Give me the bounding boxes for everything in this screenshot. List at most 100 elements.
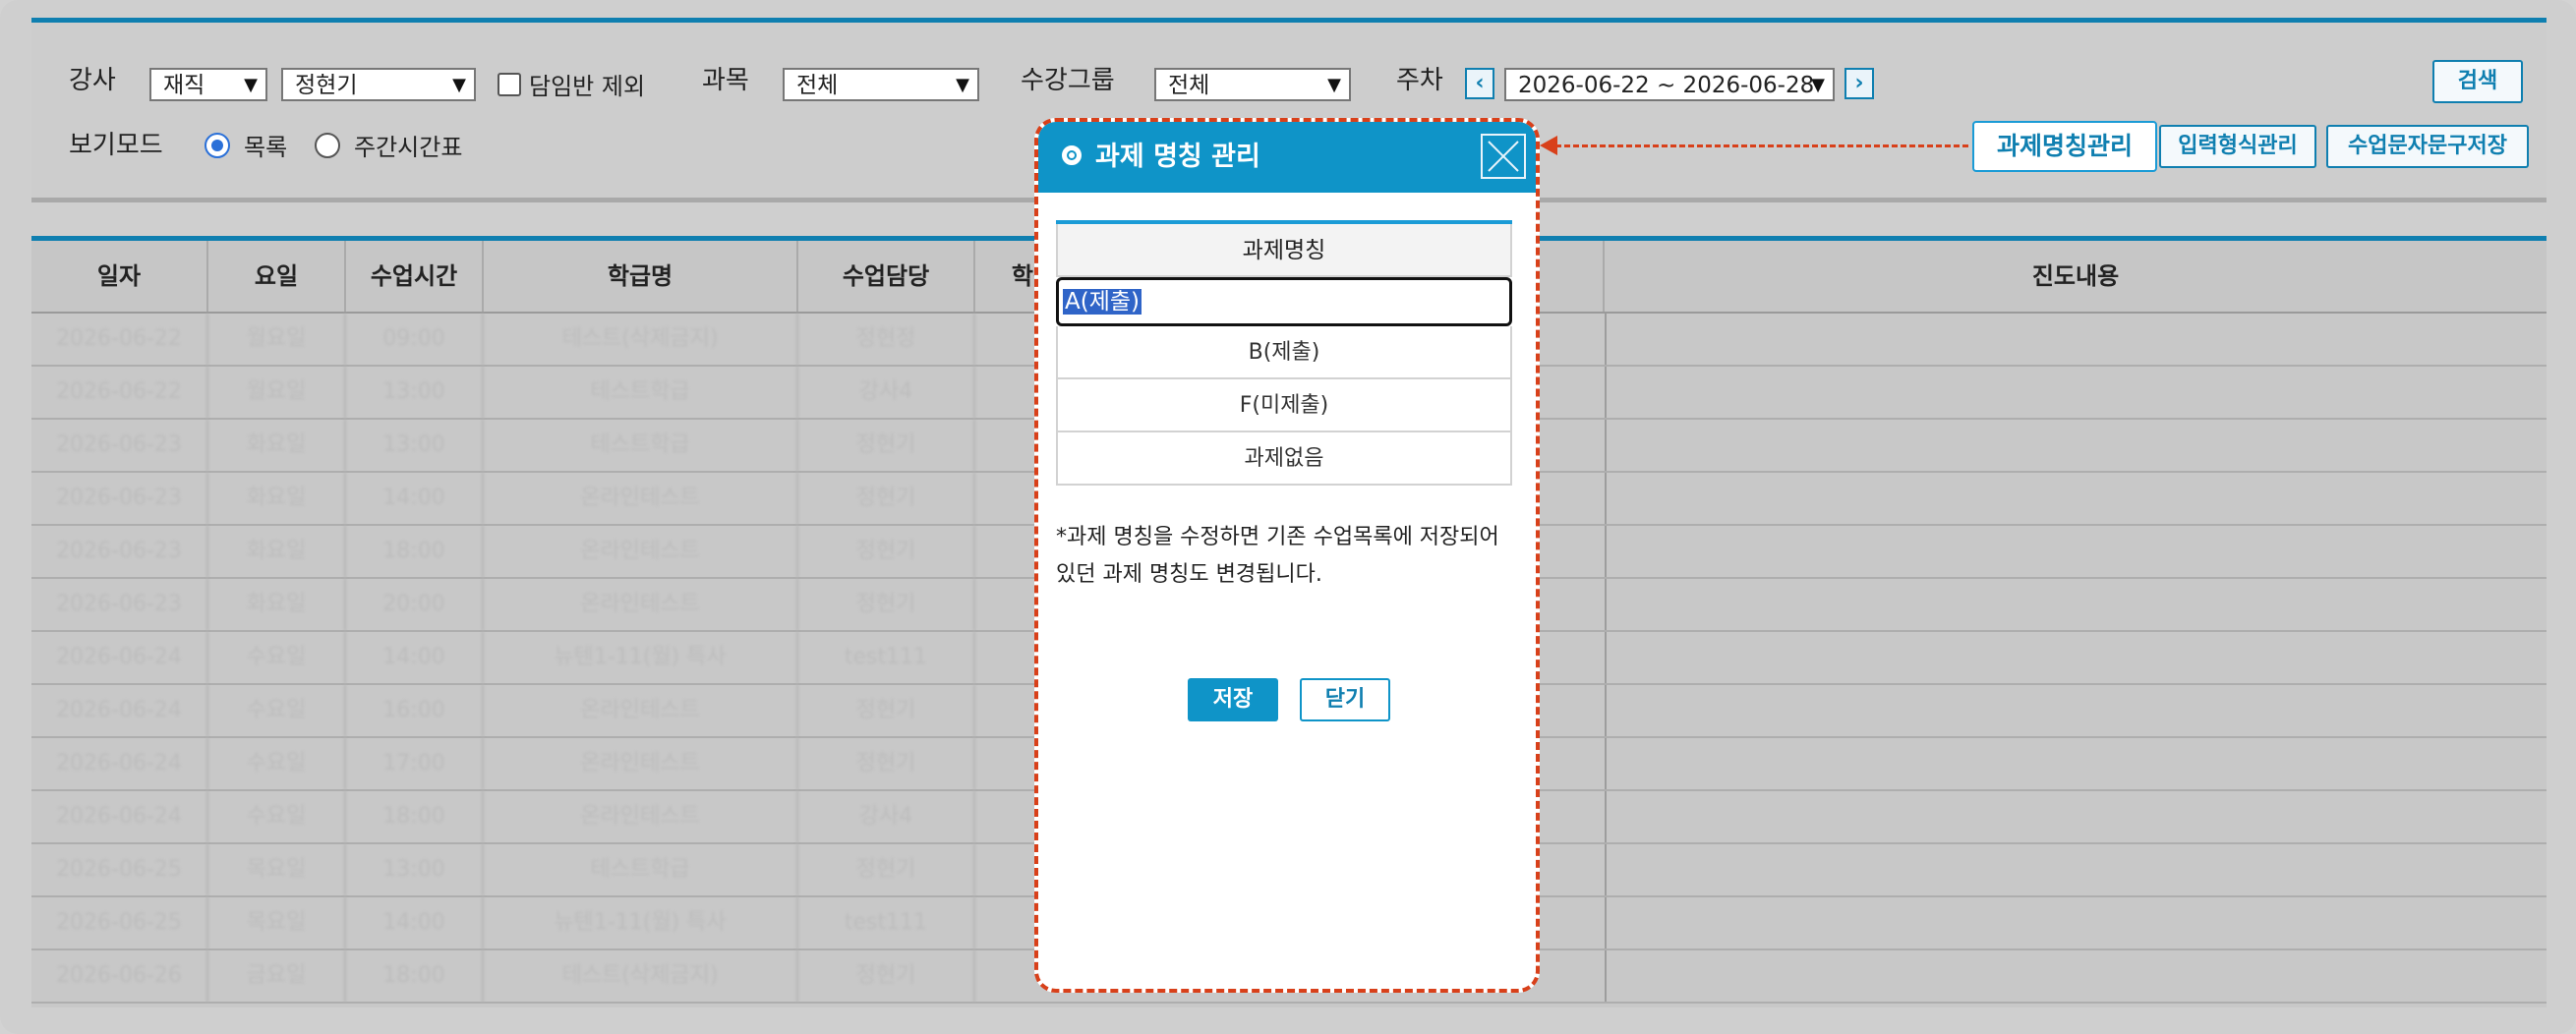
table-cell: 화요일 bbox=[208, 526, 346, 577]
table-cell: test111 bbox=[798, 897, 975, 948]
table-cell: 온라인테스트 bbox=[484, 473, 798, 524]
table-cell: 온라인테스트 bbox=[484, 738, 798, 789]
week-value: 2026-06-22 ~ 2026-06-28 bbox=[1518, 73, 1815, 98]
assignment-name-header: 과제명칭 bbox=[1056, 224, 1512, 277]
progress-column-divider bbox=[1605, 844, 1607, 895]
col-date: 일자 bbox=[31, 241, 208, 312]
table-cell: 14:00 bbox=[346, 632, 484, 683]
teacher-name-select[interactable]: 정현기 ▼ bbox=[281, 68, 476, 101]
table-cell: 월요일 bbox=[208, 314, 346, 365]
table-cell: 2026-06-23 bbox=[31, 579, 208, 630]
modal-close-button[interactable] bbox=[1481, 134, 1526, 179]
table-cell: 14:00 bbox=[346, 473, 484, 524]
table-cell: 테스트(삭제금지) bbox=[484, 314, 798, 365]
teacher-status-value: 재직 bbox=[163, 73, 205, 98]
table-cell: 정현기 bbox=[798, 950, 975, 1002]
view-weekly-radio[interactable] bbox=[315, 133, 340, 158]
teacher-status-select[interactable]: 재직 ▼ bbox=[149, 68, 267, 101]
table-cell: 2026-06-25 bbox=[31, 897, 208, 948]
next-week-button[interactable]: › bbox=[1844, 68, 1874, 99]
progress-column-divider bbox=[1605, 685, 1607, 736]
table-cell: test111 bbox=[798, 632, 975, 683]
view-list-label: 목록 bbox=[244, 134, 288, 161]
table-cell: 수요일 bbox=[208, 685, 346, 736]
view-weekly-label: 주간시간표 bbox=[354, 134, 463, 161]
table-cell: 09:00 bbox=[346, 314, 484, 365]
table-cell: 14:00 bbox=[346, 897, 484, 948]
teacher-name-value: 정현기 bbox=[295, 73, 358, 98]
table-cell: 2026-06-23 bbox=[31, 473, 208, 524]
view-list-radio[interactable] bbox=[205, 133, 230, 158]
subject-value: 전체 bbox=[796, 73, 839, 98]
table-cell: 온라인테스트 bbox=[484, 579, 798, 630]
table-cell: 정현기 bbox=[798, 420, 975, 471]
teacher-label: 강사 bbox=[69, 66, 116, 95]
search-button[interactable]: 검색 bbox=[2432, 60, 2523, 103]
assignment-name-table: 과제명칭 A(제출) B(제출) F(미제출) 과제없음 bbox=[1056, 220, 1512, 486]
input-format-manage-button[interactable]: 입력형식관리 bbox=[2159, 125, 2316, 168]
table-cell: 정현기 bbox=[798, 738, 975, 789]
table-cell: 2026-06-24 bbox=[31, 738, 208, 789]
col-teacher: 수업담당 bbox=[798, 241, 975, 312]
table-cell: 2026-06-22 bbox=[31, 314, 208, 365]
chevron-down-icon: ▼ bbox=[1811, 75, 1825, 95]
progress-column-divider bbox=[1605, 738, 1607, 789]
table-cell: 20:00 bbox=[346, 579, 484, 630]
table-cell: 13:00 bbox=[346, 367, 484, 418]
table-cell: 2026-06-24 bbox=[31, 685, 208, 736]
assignment-name-input-a[interactable]: A(제출) bbox=[1056, 277, 1512, 326]
table-cell: 정현기 bbox=[798, 685, 975, 736]
week-select[interactable]: 2026-06-22 ~ 2026-06-28 ▼ bbox=[1504, 68, 1835, 101]
group-value: 전체 bbox=[1168, 73, 1210, 98]
assignment-name-manage-button[interactable]: 과제명칭관리 bbox=[1972, 121, 2157, 172]
chevron-down-icon: ▼ bbox=[1327, 75, 1341, 95]
table-cell: 강사4 bbox=[798, 791, 975, 842]
table-cell: 2026-06-24 bbox=[31, 632, 208, 683]
progress-column-divider bbox=[1605, 473, 1607, 524]
progress-column-divider bbox=[1605, 314, 1607, 365]
prev-week-button[interactable]: ‹ bbox=[1465, 68, 1494, 99]
table-cell: 정현기 bbox=[798, 579, 975, 630]
assignment-name-item-f[interactable]: F(미제출) bbox=[1056, 379, 1512, 432]
subject-select[interactable]: 전체 ▼ bbox=[783, 68, 979, 101]
table-cell: 13:00 bbox=[346, 844, 484, 895]
progress-column-divider bbox=[1605, 367, 1607, 418]
sms-phrase-save-button[interactable]: 수업문자문구저장 bbox=[2326, 125, 2529, 168]
table-cell: 18:00 bbox=[346, 791, 484, 842]
table-cell: 2026-06-23 bbox=[31, 526, 208, 577]
table-cell: 뉴텐1-11(월) 특사 bbox=[484, 632, 798, 683]
table-cell: 18:00 bbox=[346, 526, 484, 577]
table-cell: 정현기 bbox=[798, 844, 975, 895]
table-cell: 테스트학급 bbox=[484, 844, 798, 895]
chevron-down-icon: ▼ bbox=[452, 75, 466, 95]
table-cell: 목요일 bbox=[208, 844, 346, 895]
view-mode-label: 보기모드 bbox=[69, 131, 163, 160]
table-cell: 목요일 bbox=[208, 897, 346, 948]
assignment-name-item-none[interactable]: 과제없음 bbox=[1056, 432, 1512, 486]
table-cell: 2026-06-25 bbox=[31, 844, 208, 895]
progress-column-divider bbox=[1605, 579, 1607, 630]
table-cell: 2026-06-23 bbox=[31, 420, 208, 471]
chevron-down-icon: ▼ bbox=[956, 75, 969, 95]
table-cell: 2026-06-24 bbox=[31, 791, 208, 842]
modal-title: 과제 명칭 관리 bbox=[1095, 142, 1260, 172]
table-cell: 2026-06-22 bbox=[31, 367, 208, 418]
group-select[interactable]: 전체 ▼ bbox=[1154, 68, 1351, 101]
assignment-name-modal: 과제 명칭 관리 과제명칭 A(제출) B(제출) F(미제출) 과제없음 *과… bbox=[1034, 118, 1540, 993]
table-cell: 수요일 bbox=[208, 738, 346, 789]
table-cell: 16:00 bbox=[346, 685, 484, 736]
table-cell: 뉴텐1-11(월) 특사 bbox=[484, 897, 798, 948]
table-cell: 17:00 bbox=[346, 738, 484, 789]
selected-text: A(제출) bbox=[1063, 289, 1142, 315]
progress-column-divider bbox=[1605, 420, 1607, 471]
close-button[interactable]: 닫기 bbox=[1300, 678, 1390, 721]
table-cell: 화요일 bbox=[208, 473, 346, 524]
assignment-name-item-b[interactable]: B(제출) bbox=[1056, 326, 1512, 379]
table-cell: 테스트(삭제금지) bbox=[484, 950, 798, 1002]
col-weekday: 요일 bbox=[208, 241, 346, 312]
exclude-homeroom-checkbox[interactable] bbox=[498, 73, 521, 96]
save-button[interactable]: 저장 bbox=[1188, 678, 1278, 721]
table-cell: 2026-06-26 bbox=[31, 950, 208, 1002]
table-cell: 금요일 bbox=[208, 950, 346, 1002]
progress-column-divider bbox=[1605, 632, 1607, 683]
